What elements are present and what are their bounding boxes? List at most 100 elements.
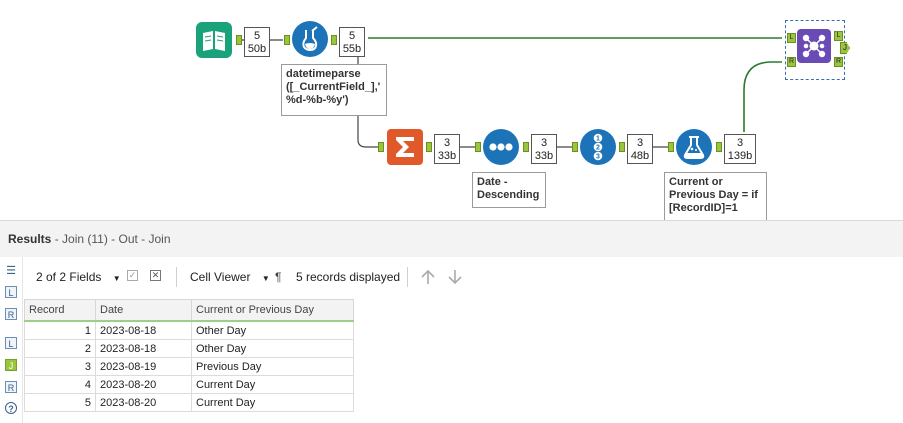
sort-out-anchor[interactable] bbox=[523, 142, 529, 152]
recordid-record-count: 3 48b bbox=[627, 134, 653, 164]
sort-tool[interactable] bbox=[483, 129, 519, 165]
join-left-anchor[interactable]: L bbox=[787, 33, 796, 43]
input-record-count: 5 50b bbox=[244, 27, 270, 57]
arrow-up-icon[interactable] bbox=[419, 269, 437, 285]
formula-out-anchor[interactable] bbox=[331, 35, 337, 45]
results-title-detail: - Join (11) - Out - Join bbox=[51, 232, 171, 246]
record-cell: 4 bbox=[24, 375, 96, 394]
formula2-annotation: Current or Previous Day = if [RecordID]=… bbox=[664, 172, 767, 220]
input-out-anchor[interactable] bbox=[236, 35, 242, 45]
join-out-right-anchor[interactable]: R bbox=[834, 57, 843, 67]
day-cell: Current Day bbox=[191, 375, 354, 394]
count-size: 33b bbox=[534, 150, 554, 162]
count-records: 3 bbox=[443, 137, 451, 149]
checkbox-icon[interactable]: ✓ bbox=[127, 270, 138, 281]
table-row[interactable]: 5 2023-08-20 Current Day bbox=[24, 393, 354, 412]
recordid-out-anchor[interactable] bbox=[619, 142, 625, 152]
svg-text:1: 1 bbox=[596, 136, 600, 143]
results-toolbar: 2 of 2 Fields ▼ ✓ ✕ Cell Viewer ▼ ¶ 5 re… bbox=[23, 257, 903, 297]
pilcrow-icon[interactable]: ¶ bbox=[275, 270, 281, 284]
formula2-record-count: 3 139b bbox=[724, 134, 756, 164]
sort-record-count: 3 33b bbox=[531, 134, 557, 164]
arrow-down-icon[interactable] bbox=[446, 269, 464, 285]
table-row[interactable]: 4 2023-08-20 Current Day bbox=[24, 375, 354, 394]
formula-record-count: 5 55b bbox=[339, 27, 365, 57]
count-records: 3 bbox=[736, 137, 744, 149]
day-cell: Other Day bbox=[191, 320, 354, 340]
day-cell: Current Day bbox=[191, 393, 354, 412]
formula2-tool[interactable] bbox=[676, 129, 712, 165]
input-data-tool[interactable] bbox=[196, 22, 232, 58]
table-row[interactable]: 1 2023-08-18 Other Day bbox=[24, 320, 354, 340]
recordid-in-anchor[interactable] bbox=[572, 142, 578, 152]
cell-viewer-label: Cell Viewer bbox=[190, 270, 251, 284]
count-size: 139b bbox=[727, 150, 753, 162]
help-icon[interactable]: ? bbox=[5, 402, 17, 414]
results-title: Results - Join (11) - Out - Join bbox=[8, 232, 171, 246]
record-cell: 3 bbox=[24, 357, 96, 376]
count-records: 3 bbox=[540, 137, 548, 149]
formula-annotation: datetimeparse ([_CurrentField_],' %d-%b-… bbox=[281, 64, 387, 116]
day-cell: Previous Day bbox=[191, 357, 354, 376]
join-right-anchor[interactable]: R bbox=[787, 57, 796, 67]
column-header-record[interactable]: Record bbox=[24, 299, 96, 322]
fields-label: 2 of 2 Fields bbox=[36, 270, 102, 284]
table-row[interactable]: 3 2023-08-19 Previous Day bbox=[24, 357, 354, 376]
join-out-left-anchor[interactable]: L bbox=[834, 31, 843, 41]
results-header: Results - Join (11) - Out - Join bbox=[0, 221, 903, 258]
toolbar-separator bbox=[176, 267, 177, 287]
count-size: 48b bbox=[630, 150, 650, 162]
formula-in-anchor[interactable] bbox=[284, 35, 290, 45]
record-cell: 1 bbox=[24, 320, 96, 340]
flask-icon bbox=[683, 136, 705, 159]
toolbar-separator bbox=[407, 267, 408, 287]
count-records: 5 bbox=[348, 30, 356, 42]
records-displayed: 5 records displayed bbox=[296, 270, 401, 284]
results-pane: Results - Join (11) - Out - Join ☰ L R L… bbox=[0, 220, 903, 423]
output-left-tab[interactable]: L bbox=[5, 337, 17, 349]
summarize-out-anchor[interactable] bbox=[426, 142, 432, 152]
summarize-tool[interactable] bbox=[387, 129, 423, 165]
input-right-tab[interactable]: R bbox=[5, 308, 17, 320]
flask-icon bbox=[302, 26, 318, 52]
record-cell: 2 bbox=[24, 339, 96, 358]
fields-dropdown[interactable]: 2 of 2 Fields ▼ bbox=[36, 270, 121, 284]
connection-wires bbox=[240, 37, 782, 148]
sort-in-anchor[interactable] bbox=[475, 142, 481, 152]
count-records: 5 bbox=[253, 30, 261, 42]
formula2-out-anchor[interactable] bbox=[716, 142, 722, 152]
list-icon[interactable]: ☰ bbox=[5, 265, 17, 277]
chevron-down-icon: ▼ bbox=[261, 274, 270, 283]
svg-text:3: 3 bbox=[596, 154, 600, 161]
date-cell: 2023-08-18 bbox=[95, 320, 192, 340]
recordid-tool[interactable]: 1 2 3 bbox=[580, 129, 616, 165]
workflow-canvas[interactable]: 5 50b 5 55b datetimeparse ([_CurrentFiel… bbox=[0, 0, 903, 220]
sigma-icon bbox=[396, 137, 414, 157]
date-cell: 2023-08-20 bbox=[95, 393, 192, 412]
results-title-label: Results bbox=[8, 232, 52, 246]
count-records: 3 bbox=[636, 137, 644, 149]
formula2-in-anchor[interactable] bbox=[668, 142, 674, 152]
dots-icon bbox=[489, 143, 513, 151]
wire-formula2-join-right bbox=[743, 61, 782, 132]
column-header-date[interactable]: Date bbox=[95, 299, 192, 322]
join-icon bbox=[802, 34, 826, 58]
column-header-day[interactable]: Current or Previous Day bbox=[191, 299, 354, 322]
output-right-tab[interactable]: R bbox=[5, 381, 17, 393]
date-cell: 2023-08-18 bbox=[95, 339, 192, 358]
record-cell: 5 bbox=[24, 393, 96, 412]
summarize-in-anchor[interactable] bbox=[378, 142, 384, 152]
summarize-record-count: 3 33b bbox=[434, 134, 460, 164]
formula-tool[interactable] bbox=[292, 21, 328, 57]
count-size: 50b bbox=[247, 43, 267, 55]
day-cell: Other Day bbox=[191, 339, 354, 358]
table-row[interactable]: 2 2023-08-18 Other Day bbox=[24, 339, 354, 358]
cell-viewer-dropdown[interactable]: Cell Viewer ▼ bbox=[190, 270, 270, 284]
table-header-row: Record Date Current or Previous Day bbox=[24, 299, 354, 322]
input-left-tab[interactable]: L bbox=[5, 286, 17, 298]
join-tool[interactable] bbox=[797, 29, 831, 63]
numbered-list-icon: 1 2 3 bbox=[593, 133, 603, 161]
clear-icon[interactable]: ✕ bbox=[150, 270, 161, 281]
count-size: 33b bbox=[437, 150, 457, 162]
output-join-tab[interactable]: J bbox=[5, 359, 17, 371]
